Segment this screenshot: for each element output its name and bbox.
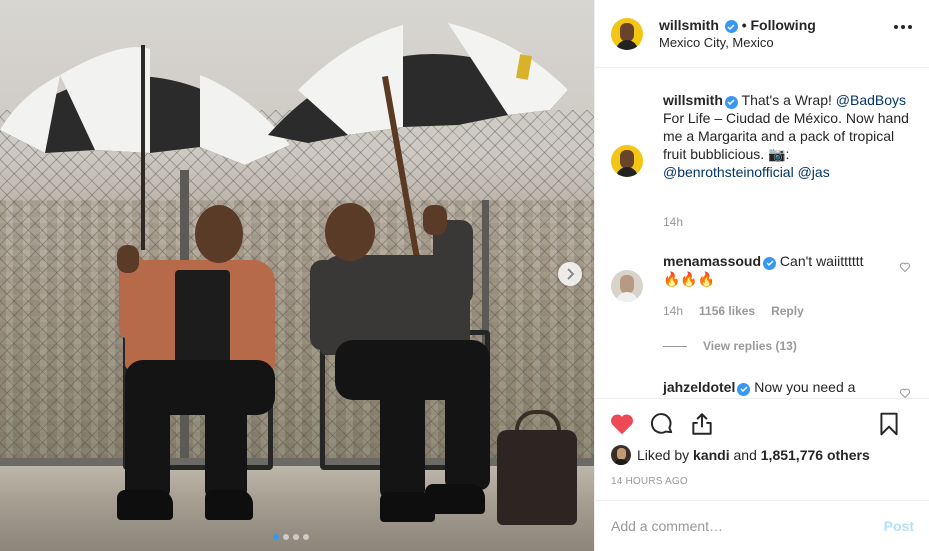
comment-text: menamassoud Can't waiitttttt 🔥🔥🔥	[663, 252, 911, 288]
verified-badge-icon	[737, 382, 751, 396]
share-icon[interactable]	[689, 411, 715, 437]
post-header: willsmith • Following Mexico City, Mexic…	[595, 0, 929, 68]
verified-badge-icon	[724, 20, 738, 33]
carousel-dot	[303, 534, 309, 540]
likes-count-link[interactable]: 1,851,776 others	[761, 447, 870, 463]
commenter-username[interactable]: jahzeldotel	[663, 379, 735, 395]
right-umbrella	[268, 15, 568, 260]
author-username[interactable]: willsmith	[659, 17, 719, 33]
carousel-dots	[273, 534, 309, 540]
view-replies-label: View replies (13)	[703, 339, 797, 353]
author-avatar[interactable]	[611, 17, 643, 50]
post-side-panel: willsmith • Following Mexico City, Mexic…	[594, 0, 929, 551]
comment-time[interactable]: 14h	[663, 304, 683, 318]
comment-input[interactable]	[611, 518, 884, 534]
caption-meta: 14h	[663, 215, 683, 229]
liked-by-and: and	[729, 447, 761, 463]
caption-part: That's a Wrap!	[737, 92, 836, 108]
author-info: willsmith • Following Mexico City, Mexic…	[659, 17, 816, 51]
post-location[interactable]: Mexico City, Mexico	[659, 34, 816, 51]
post-actions	[595, 398, 929, 448]
post-timestamp[interactable]: 14 HOURS AGO	[611, 476, 688, 487]
comment-like-heart-icon[interactable]	[899, 261, 911, 273]
duffel-bag	[497, 430, 577, 525]
comment-item: menamassoud Can't waiitttttt 🔥🔥🔥 14h 115…	[611, 252, 911, 352]
likes-summary: Liked by kandi and 1,851,776 others	[611, 445, 870, 465]
comments-list: willsmith That's a Wrap! @BadBoys For Li…	[595, 69, 929, 399]
liked-by-text: Liked by kandi and 1,851,776 others	[637, 447, 870, 463]
reply-button[interactable]: Reply	[771, 304, 804, 318]
verified-badge-icon	[763, 256, 777, 270]
heart-filled-icon[interactable]	[609, 411, 635, 437]
bookmark-icon[interactable]	[876, 411, 902, 437]
caption-part: For Life – Ciudad de México. Now hand me…	[663, 110, 909, 162]
chevron-right-icon	[567, 268, 575, 280]
carousel-dot-active	[273, 534, 279, 540]
comment-icon[interactable]	[649, 411, 675, 437]
instagram-post: willsmith • Following Mexico City, Mexic…	[0, 0, 929, 551]
follow-status[interactable]: • Following	[742, 17, 816, 33]
comment-likes[interactable]: 1156 likes	[699, 304, 755, 318]
comment-meta: 14h 1156 likes Reply	[663, 304, 804, 318]
post-photo[interactable]	[0, 0, 594, 551]
comment-text: jahzeldotel Now you need a	[663, 378, 911, 396]
liked-by-user[interactable]: kandi	[693, 447, 730, 463]
comment-body: Now you need a	[750, 379, 856, 395]
verified-badge-icon	[724, 95, 738, 109]
caption-username[interactable]: willsmith	[663, 92, 723, 108]
commenter-avatar[interactable]	[611, 270, 643, 302]
liked-by-prefix: Liked by	[637, 447, 694, 463]
left-umbrella	[0, 35, 290, 275]
mention-link[interactable]: @jas	[798, 164, 830, 180]
view-replies-button[interactable]: View replies (13)	[663, 339, 797, 353]
comment-emoji: 🔥🔥🔥	[663, 271, 716, 287]
caption-text: willsmith That's a Wrap! @BadBoys For Li…	[663, 91, 911, 181]
comment-body: Can't waiitttttt	[776, 253, 864, 269]
mention-link[interactable]: @BadBoys	[836, 92, 906, 108]
caption-time[interactable]: 14h	[663, 215, 683, 229]
add-comment-bar: Post	[595, 500, 929, 551]
post-comment-button[interactable]: Post	[884, 518, 914, 534]
carousel-dot	[293, 534, 299, 540]
carousel-next-button[interactable]	[558, 262, 582, 286]
comment-item: jahzeldotel Now you need a	[611, 378, 911, 399]
carousel-dot	[283, 534, 289, 540]
caption-avatar[interactable]	[611, 145, 643, 177]
mention-link[interactable]: @benrothsteinofficial	[663, 164, 794, 180]
caption: willsmith That's a Wrap! @BadBoys For Li…	[611, 91, 911, 241]
commenter-username[interactable]: menamassoud	[663, 253, 761, 269]
more-options-icon[interactable]	[894, 25, 912, 29]
liker-avatar[interactable]	[611, 445, 631, 465]
